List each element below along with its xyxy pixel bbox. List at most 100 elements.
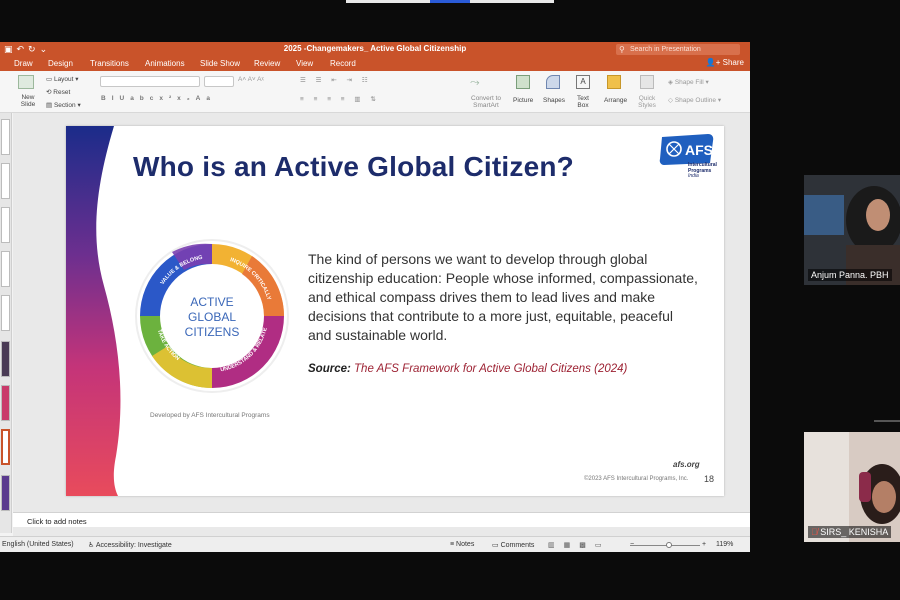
slide-title[interactable]: Who is an Active Global Citizen? xyxy=(133,151,574,183)
view-buttons[interactable]: ▥▦▩▭ xyxy=(548,541,610,549)
afs-logo-text: AFS xyxy=(685,142,713,158)
font-family-select[interactable] xyxy=(100,76,200,87)
share-button[interactable]: 👤+ Share xyxy=(706,58,744,67)
textbox-label[interactable]: Text Box xyxy=(576,95,590,109)
tab-review[interactable]: Review xyxy=(254,59,280,68)
slide-body-text[interactable]: The kind of persons we want to develop t… xyxy=(308,250,698,345)
font-size-select[interactable] xyxy=(204,76,234,87)
slide-thumbnail[interactable] xyxy=(1,207,10,243)
slide-source[interactable]: Source: The AFS Framework for Active Glo… xyxy=(308,363,627,375)
list-buttons[interactable]: ☰ ☰ ⇤ ⇥ ☷ xyxy=(300,76,372,84)
slide-thumbnail[interactable] xyxy=(1,119,10,155)
participant-name: Anjum Panna. PBH xyxy=(808,269,892,281)
new-slide-label[interactable]: New Slide xyxy=(20,94,36,108)
font-size-buttons[interactable]: A˄ A˅ Aᵡ xyxy=(238,76,264,83)
comments-label: Comments xyxy=(500,542,535,549)
slide[interactable]: Who is an Active Global Citizen? AFS Int… xyxy=(66,126,724,496)
textbox-icon[interactable]: A xyxy=(576,75,590,89)
logo-sub-line3: India xyxy=(688,173,699,179)
circle-center-line3: CITIZENS xyxy=(185,325,240,339)
shape-fill-button[interactable]: ◈ Shape Fill ▾ xyxy=(668,78,709,86)
slide-thumbnail[interactable] xyxy=(1,475,10,511)
shapes-icon[interactable] xyxy=(546,75,560,89)
source-label: Source: xyxy=(308,363,351,375)
quick-styles-icon[interactable] xyxy=(640,75,654,89)
tab-transitions[interactable]: Transitions xyxy=(90,59,129,68)
convert-smartart-label[interactable]: Convert to SmartArt xyxy=(470,95,502,109)
copyright-text: ©2023 AFS Intercultural Programs, Inc. xyxy=(584,476,689,482)
ribbon-tabs: Draw Design Transitions Animations Slide… xyxy=(0,57,750,71)
zoom-slider[interactable] xyxy=(630,545,700,546)
source-text: The AFS Framework for Active Global Citi… xyxy=(354,363,628,375)
arrange-label[interactable]: Arrange xyxy=(604,97,627,104)
slide-thumbnail-selected[interactable] xyxy=(1,429,10,465)
slide-thumbnail[interactable] xyxy=(1,341,10,377)
quick-styles-label[interactable]: Quick Styles xyxy=(636,95,658,109)
shape-outline-button[interactable]: ◇ Shape Outline ▾ xyxy=(668,96,721,104)
share-label: Share xyxy=(722,58,744,67)
afs-logo: AFS Intercultural Programs India xyxy=(658,133,720,185)
format-buttons[interactable]: BIUabcx²x₂Aa xyxy=(101,95,216,102)
picture-label[interactable]: Picture xyxy=(513,97,533,104)
notes-placeholder: Click to add notes xyxy=(27,517,87,526)
muted-mic-icon: 🎙̸ xyxy=(811,527,818,537)
new-slide-icon[interactable] xyxy=(18,75,34,89)
active-global-citizens-circle: VALUE & BELONG INQUIRE CRITICALLY UNDERS… xyxy=(135,239,289,393)
ribbon: New Slide ▭ Layout ▾ ⟲ Reset ▤ Section ▾… xyxy=(0,71,750,113)
zoom-out-icon[interactable]: − xyxy=(630,541,634,548)
layout-button[interactable]: ▭ Layout ▾ xyxy=(46,75,79,83)
divider xyxy=(874,420,900,422)
tab-view[interactable]: View xyxy=(296,59,313,68)
language-status[interactable]: English (United States) xyxy=(2,541,74,548)
notes-button[interactable]: ≡ Notes xyxy=(450,541,474,548)
shape-outline-label: Shape Outline xyxy=(674,97,717,104)
smartart-icon[interactable]: ⤳ xyxy=(470,75,492,89)
tab-slide-show[interactable]: Slide Show xyxy=(200,59,240,68)
tab-design[interactable]: Design xyxy=(48,59,73,68)
participant-video-tile[interactable]: Anjum Panna. PBH xyxy=(804,175,900,285)
zoom-level[interactable]: 119% xyxy=(716,541,733,548)
screen-share-indicator xyxy=(346,0,554,3)
participant-video-tile[interactable]: 🎙̸ SIRS_ KENISHA xyxy=(804,432,900,542)
reset-button[interactable]: ⟲ Reset xyxy=(46,88,70,96)
accessibility-label: Accessibility: Investigate xyxy=(95,542,172,549)
accessibility-status[interactable]: ♿ Accessibility: Investigate xyxy=(88,541,172,549)
shapes-label[interactable]: Shapes xyxy=(543,97,565,104)
shape-fill-label: Shape Fill xyxy=(674,79,704,86)
notes-pane[interactable]: Click to add notes xyxy=(13,512,750,527)
tab-animations[interactable]: Animations xyxy=(145,59,185,68)
picture-icon[interactable] xyxy=(516,75,530,89)
section-label: Section xyxy=(53,102,76,109)
screen: { "window": { "doc_title": "2025 -Change… xyxy=(0,0,900,600)
title-bar: ▣↶↻⌄ 2025 -Changemakers_ Active Global C… xyxy=(0,42,750,57)
search-box[interactable]: ⚲ Search in Presentation xyxy=(616,44,740,55)
participant-name: 🎙̸ SIRS_ KENISHA xyxy=(808,526,892,538)
tab-draw[interactable]: Draw xyxy=(14,59,33,68)
align-buttons[interactable]: ≡ ≡ ≡ ≡ ▥ ⇅ xyxy=(300,95,380,103)
circle-center-line2: GLOBAL xyxy=(188,310,236,324)
search-placeholder: Search in Presentation xyxy=(630,46,701,53)
zoom-in-icon[interactable]: + xyxy=(702,541,706,548)
status-bar: English (United States) ♿ Accessibility:… xyxy=(0,536,750,552)
search-icon: ⚲ xyxy=(619,45,625,54)
layout-label: Layout xyxy=(53,76,74,83)
comments-button[interactable]: ▭ Comments xyxy=(492,541,534,549)
section-button[interactable]: ▤ Section ▾ xyxy=(46,101,81,109)
afs-org-text: afs.org xyxy=(673,460,700,469)
participant-name-text: SIRS_ KENISHA xyxy=(820,527,889,537)
slide-number: 18 xyxy=(704,474,715,484)
circle-center-line1: ACTIVE xyxy=(190,295,233,309)
afs-logo-subtitle: Intercultural Programs India xyxy=(688,162,717,180)
developed-by-text: Developed by AFS Intercultural Programs xyxy=(150,412,270,419)
slide-thumbnail-pane[interactable] xyxy=(0,113,12,533)
tab-record[interactable]: Record xyxy=(330,59,356,68)
slide-thumbnail[interactable] xyxy=(1,295,10,331)
reset-label: Reset xyxy=(53,89,71,96)
slide-thumbnail[interactable] xyxy=(1,251,10,287)
notes-label: Notes xyxy=(456,541,475,548)
slide-thumbnail[interactable] xyxy=(1,385,10,421)
zoom-slider-thumb[interactable] xyxy=(666,542,672,548)
slide-thumbnail[interactable] xyxy=(1,163,10,199)
arrange-icon[interactable] xyxy=(607,75,621,89)
gradient-band xyxy=(66,126,121,496)
